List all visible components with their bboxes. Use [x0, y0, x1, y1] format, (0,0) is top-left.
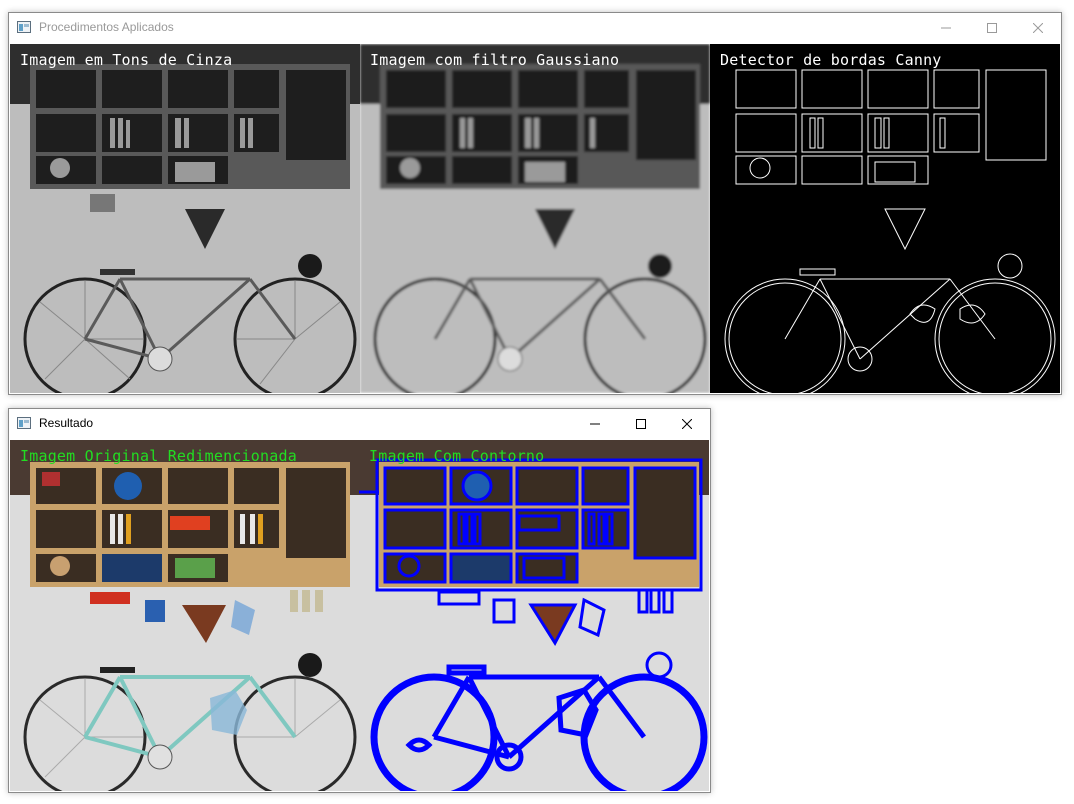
maximize-button[interactable] — [969, 13, 1015, 43]
maximize-icon — [987, 23, 997, 33]
minimize-button[interactable] — [923, 13, 969, 43]
maximize-icon — [636, 419, 646, 429]
close-button[interactable] — [1015, 13, 1061, 43]
resultado-window: Resultado Imagem Original Redimencionada… — [8, 408, 711, 793]
app-window-icon — [17, 21, 31, 33]
procedimentos-titlebar[interactable]: Procedimentos Aplicados — [9, 13, 1061, 43]
procedimentos-title: Procedimentos Aplicados — [39, 20, 174, 34]
app-window-icon — [17, 417, 31, 429]
maximize-button[interactable] — [618, 409, 664, 439]
close-icon — [682, 419, 692, 429]
contour-bike-image — [359, 440, 709, 791]
grayscale-bike-image — [10, 44, 360, 393]
gaussian-caption: Imagem com filtro Gaussiano — [370, 51, 620, 69]
resultado-title: Resultado — [39, 416, 94, 430]
canny-edges-image — [710, 44, 1060, 393]
original-caption: Imagem Original Redimencionada — [20, 447, 297, 465]
close-icon — [1033, 23, 1043, 33]
original-image-panel: Imagem Original Redimencionada — [10, 440, 359, 791]
canny-image-panel: Detector de bordas Canny — [710, 44, 1060, 393]
contour-caption: Imagem Com Contorno — [369, 447, 545, 465]
close-button[interactable] — [664, 409, 710, 439]
procedimentos-window: Procedimentos Aplicados Imagem em Tons d… — [8, 12, 1062, 395]
grayscale-image-panel: Imagem em Tons de Cinza — [10, 44, 360, 393]
original-bike-image — [10, 440, 359, 791]
minimize-icon — [941, 27, 951, 29]
canny-caption: Detector de bordas Canny — [720, 51, 942, 69]
gaussian-image-panel: Imagem com filtro Gaussiano — [360, 44, 710, 393]
grayscale-caption: Imagem em Tons de Cinza — [20, 51, 233, 69]
gaussian-bike-image — [360, 44, 710, 393]
resultado-titlebar[interactable]: Resultado — [9, 409, 710, 439]
minimize-button[interactable] — [572, 409, 618, 439]
contour-image-panel: Imagem Com Contorno — [359, 440, 709, 791]
minimize-icon — [590, 423, 600, 425]
